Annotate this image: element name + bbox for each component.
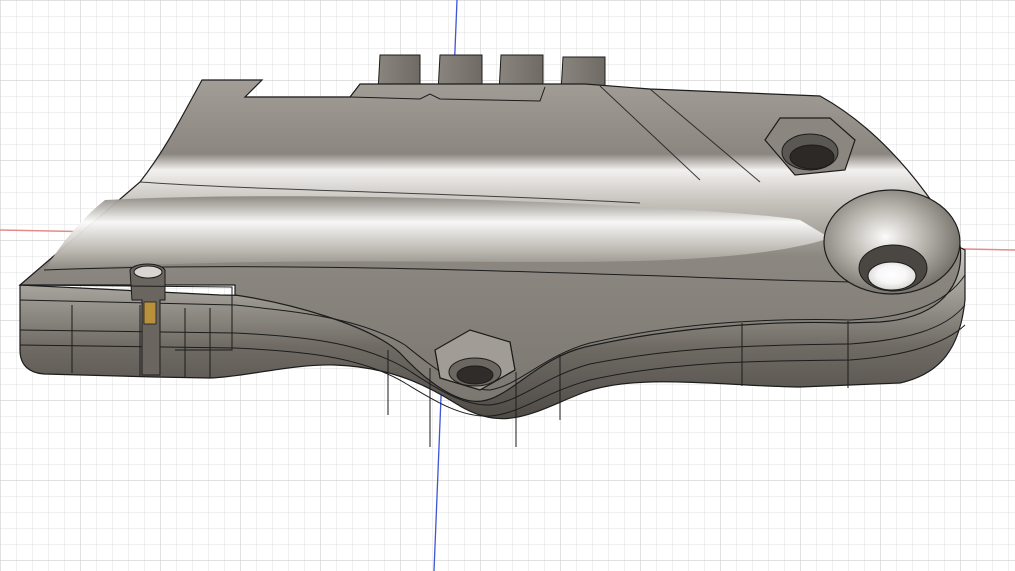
countersunk-hole [823, 189, 961, 295]
cad-viewport[interactable] [0, 0, 1015, 571]
cad-scene[interactable] [0, 0, 1015, 571]
